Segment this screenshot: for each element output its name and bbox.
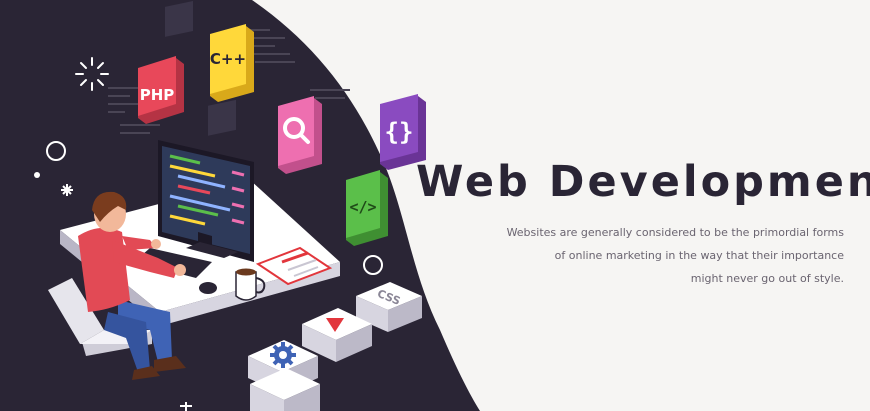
svg-text:{}: {}: [385, 118, 414, 146]
hero-description: Websites are generally considered to be …: [484, 221, 844, 290]
code-badge: </>: [346, 170, 388, 246]
svg-text:PHP: PHP: [140, 86, 175, 104]
svg-text:</>: </>: [349, 198, 376, 216]
page-title: Web Development: [416, 157, 870, 207]
description-line: might never go out of style.: [690, 272, 844, 285]
description-line: Websites are generally considered to be …: [506, 226, 844, 239]
php-badge: PHP: [138, 56, 184, 124]
svg-text:C++: C++: [210, 50, 246, 68]
description-line: of online marketing in the way that thei…: [554, 249, 844, 262]
mouse: [199, 282, 217, 294]
hero-banner: PHP C++ {} </> CSS Web Development Websi…: [0, 0, 870, 411]
cpp-badge: C++: [210, 24, 254, 102]
search-badge: [278, 96, 322, 174]
